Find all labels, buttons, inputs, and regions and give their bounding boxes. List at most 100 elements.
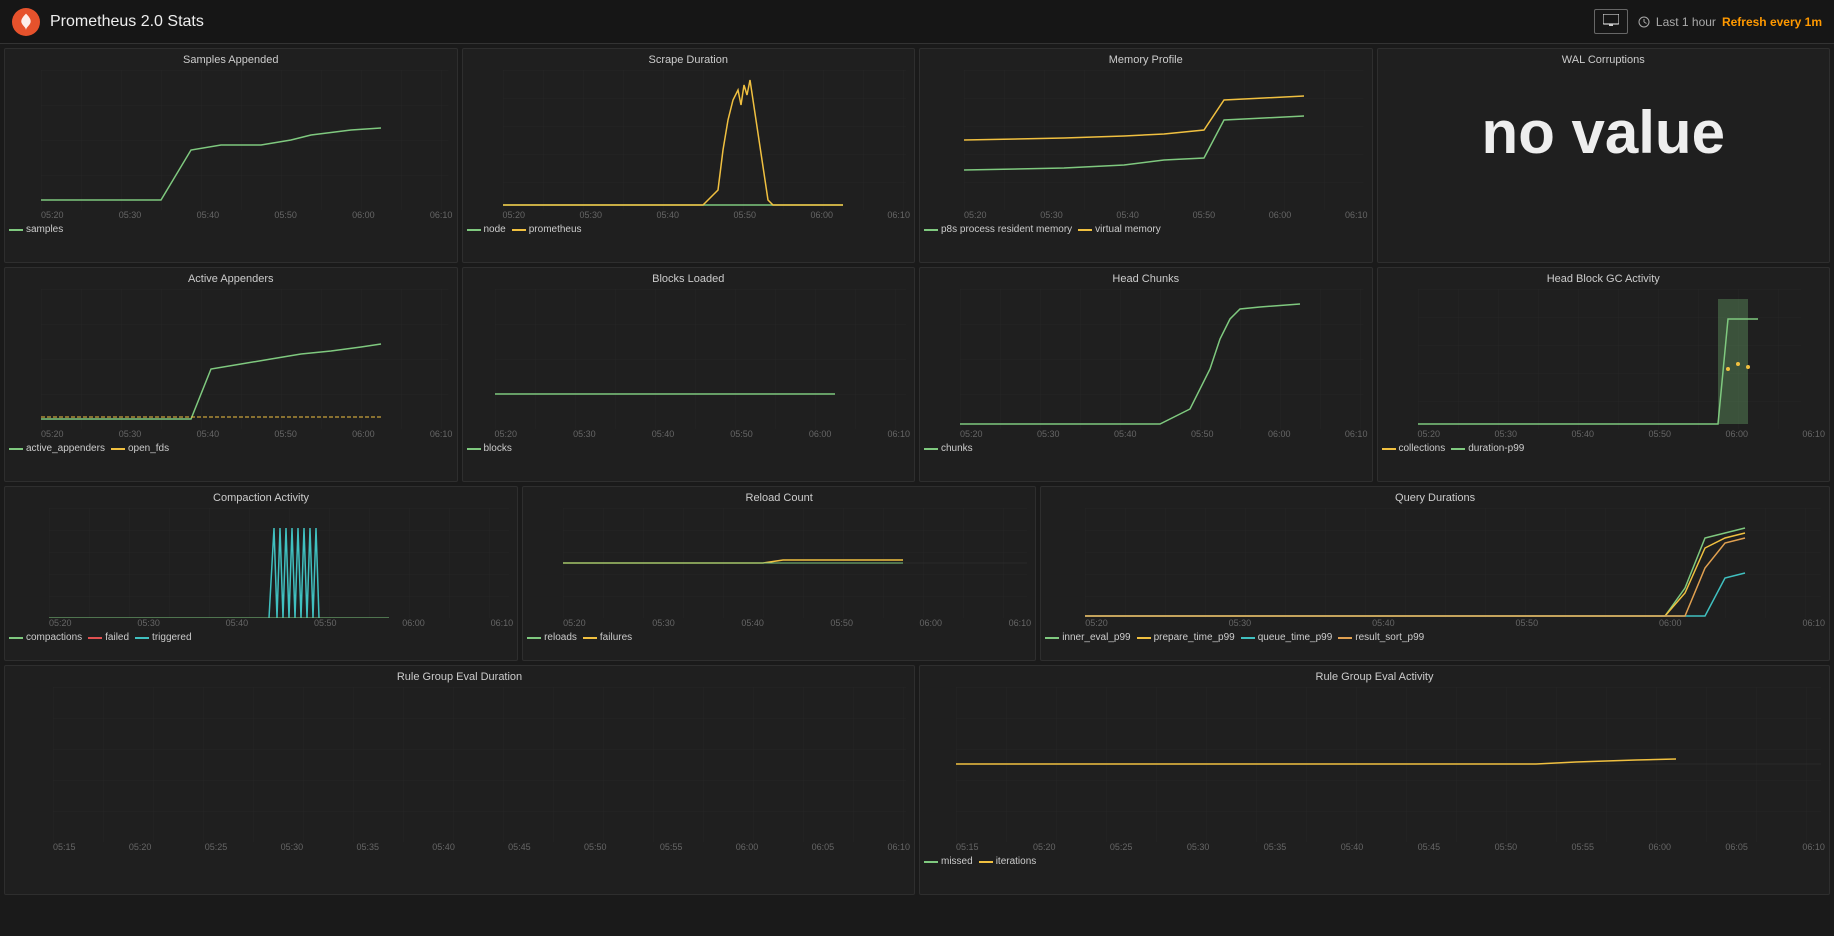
dashboard: Samples Appended 30 20 10 0 05:2005:3005…	[0, 44, 1834, 899]
legend-label: triggered	[152, 632, 191, 643]
panel-title: WAL Corruptions	[1378, 49, 1830, 68]
legend-item-chunks: chunks	[924, 443, 973, 454]
panel-query-durations: Query Durations 05:2005:3005:4005:5006:0…	[1040, 486, 1830, 661]
legend: missed iterations	[920, 854, 1829, 871]
chart-rule-group-eval-activity	[956, 687, 1821, 842]
panel-body: 05:2005:3005:4005:5006:0006:10	[920, 287, 1372, 441]
panel-title: Rule Group Eval Activity	[920, 666, 1829, 685]
legend-item-node: node	[467, 224, 506, 235]
legend-item-blocks: blocks	[467, 443, 512, 454]
no-value-display: no value	[1378, 68, 1830, 197]
legend-color	[527, 637, 541, 639]
legend-item-iterations: iterations	[979, 856, 1037, 867]
legend-color	[1338, 637, 1352, 639]
panel-body: 05:2005:3005:4005:5006:0006:10	[523, 506, 1035, 630]
panel-title: Head Block GC Activity	[1378, 268, 1830, 287]
legend-label: compactions	[26, 632, 82, 643]
panel-body: 05:1505:2005:2505:3005:3505:4005:4505:50…	[920, 685, 1829, 854]
panel-title: Active Appenders	[5, 268, 457, 287]
legend-label: failures	[600, 632, 632, 643]
legend-label: reloads	[544, 632, 577, 643]
monitor-button[interactable]	[1594, 9, 1628, 34]
panel-body: 05:2005:3005:4005:5006:0006:10	[5, 287, 457, 441]
legend: reloads failures	[523, 630, 1035, 647]
panel-title: Memory Profile	[920, 49, 1372, 68]
legend-item-result-sort: result_sort_p99	[1338, 632, 1424, 643]
legend-label: failed	[105, 632, 129, 643]
legend-color	[1045, 637, 1059, 639]
legend: chunks	[920, 441, 1372, 458]
legend-item-failed: failed	[88, 632, 129, 643]
legend: compactions failed triggered	[5, 630, 517, 647]
panel-body: 05:1505:2005:2505:3005:3505:4005:4505:50…	[5, 685, 914, 854]
legend-color	[979, 861, 993, 863]
legend-label: prepare_time_p99	[1154, 632, 1235, 643]
legend-label: p8s process resident memory	[941, 224, 1072, 235]
legend: samples	[5, 222, 457, 239]
panel-body: 30 20 10 0 05:2005:3005:4005:5006:0006:1…	[5, 68, 457, 222]
panel-title: Head Chunks	[920, 268, 1372, 287]
panel-title: Scrape Duration	[463, 49, 915, 68]
panel-reload-count: Reload Count 05:2005:3005:4005:5006:0006…	[522, 486, 1036, 661]
chart-blocks-loaded	[495, 289, 907, 429]
panel-head-chunks: Head Chunks 05:2005:3005:4005:5006:0006:…	[919, 267, 1373, 482]
panel-body: 05:2005:3005:4005:5006:0006:10	[463, 68, 915, 222]
panel-body: 05:2005:3005:4005:5006:0006:10	[1378, 287, 1830, 441]
legend-label: chunks	[941, 443, 973, 454]
legend-label: node	[484, 224, 506, 235]
legend: blocks	[463, 441, 915, 458]
panel-compaction: Compaction Activity 05:2005:3005:4005:50…	[4, 486, 518, 661]
legend-color	[111, 448, 125, 450]
legend-item-active: active_appenders	[9, 443, 105, 454]
legend-label: iterations	[996, 856, 1037, 867]
chart-memory-profile	[964, 70, 1364, 210]
legend-color	[924, 861, 938, 863]
panel-rule-group-eval-duration: Rule Group Eval Duration 05:1505:2005:25…	[4, 665, 915, 895]
legend-color	[135, 637, 149, 639]
chart-active-appenders	[41, 289, 449, 429]
refresh-label[interactable]: Refresh every 1m	[1722, 15, 1822, 29]
legend-label: active_appenders	[26, 443, 105, 454]
legend-label: blocks	[484, 443, 512, 454]
legend-item-prepare-time: prepare_time_p99	[1137, 632, 1235, 643]
panel-body: 05:2005:3005:4005:5006:0006:10	[1041, 506, 1829, 630]
legend-color	[1382, 448, 1396, 450]
legend-color	[512, 229, 526, 231]
legend-label: result_sort_p99	[1355, 632, 1424, 643]
legend-label: collections	[1399, 443, 1446, 454]
time-range-info: Last 1 hour Refresh every 1m	[1638, 15, 1822, 29]
panel-memory-profile: Memory Profile 05:2005:3005:4005:5006:00…	[919, 48, 1373, 263]
legend-color	[467, 448, 481, 450]
legend-color	[9, 448, 23, 450]
clock-icon	[1638, 16, 1650, 28]
row-2: Active Appenders 05:2005:3005:4005:5006:…	[4, 267, 1830, 482]
legend-label: inner_eval_p99	[1062, 632, 1130, 643]
legend-item: samples	[9, 224, 63, 235]
legend-label: open_fds	[128, 443, 169, 454]
row-1: Samples Appended 30 20 10 0 05:2005:3005…	[4, 48, 1830, 263]
legend-item-prometheus: prometheus	[512, 224, 582, 235]
legend: inner_eval_p99 prepare_time_p99 queue_ti…	[1041, 630, 1829, 647]
legend-item-triggered: triggered	[135, 632, 191, 643]
legend-color	[1241, 637, 1255, 639]
panel-title: Rule Group Eval Duration	[5, 666, 914, 685]
chart-scrape-duration	[503, 70, 907, 210]
chart-head-block-gc	[1418, 289, 1802, 429]
row-4: Rule Group Eval Duration 05:1505:2005:25…	[4, 665, 1830, 895]
chart-query-durations	[1085, 508, 1821, 618]
legend-item-openfds: open_fds	[111, 443, 169, 454]
legend: p8s process resident memory virtual memo…	[920, 222, 1372, 239]
legend-color	[467, 229, 481, 231]
legend-label: virtual memory	[1095, 224, 1161, 235]
legend-item-missed: missed	[924, 856, 973, 867]
legend-label: duration-p99	[1468, 443, 1524, 454]
legend-item-duration: duration-p99	[1451, 443, 1524, 454]
legend: collections duration-p99	[1378, 441, 1830, 458]
legend-color	[1137, 637, 1151, 639]
row-3: Compaction Activity 05:2005:3005:4005:50…	[4, 486, 1830, 661]
panel-title: Compaction Activity	[5, 487, 517, 506]
panel-title: Query Durations	[1041, 487, 1829, 506]
legend-item-resident: p8s process resident memory	[924, 224, 1072, 235]
legend-item-collections: collections	[1382, 443, 1446, 454]
legend-color	[9, 637, 23, 639]
